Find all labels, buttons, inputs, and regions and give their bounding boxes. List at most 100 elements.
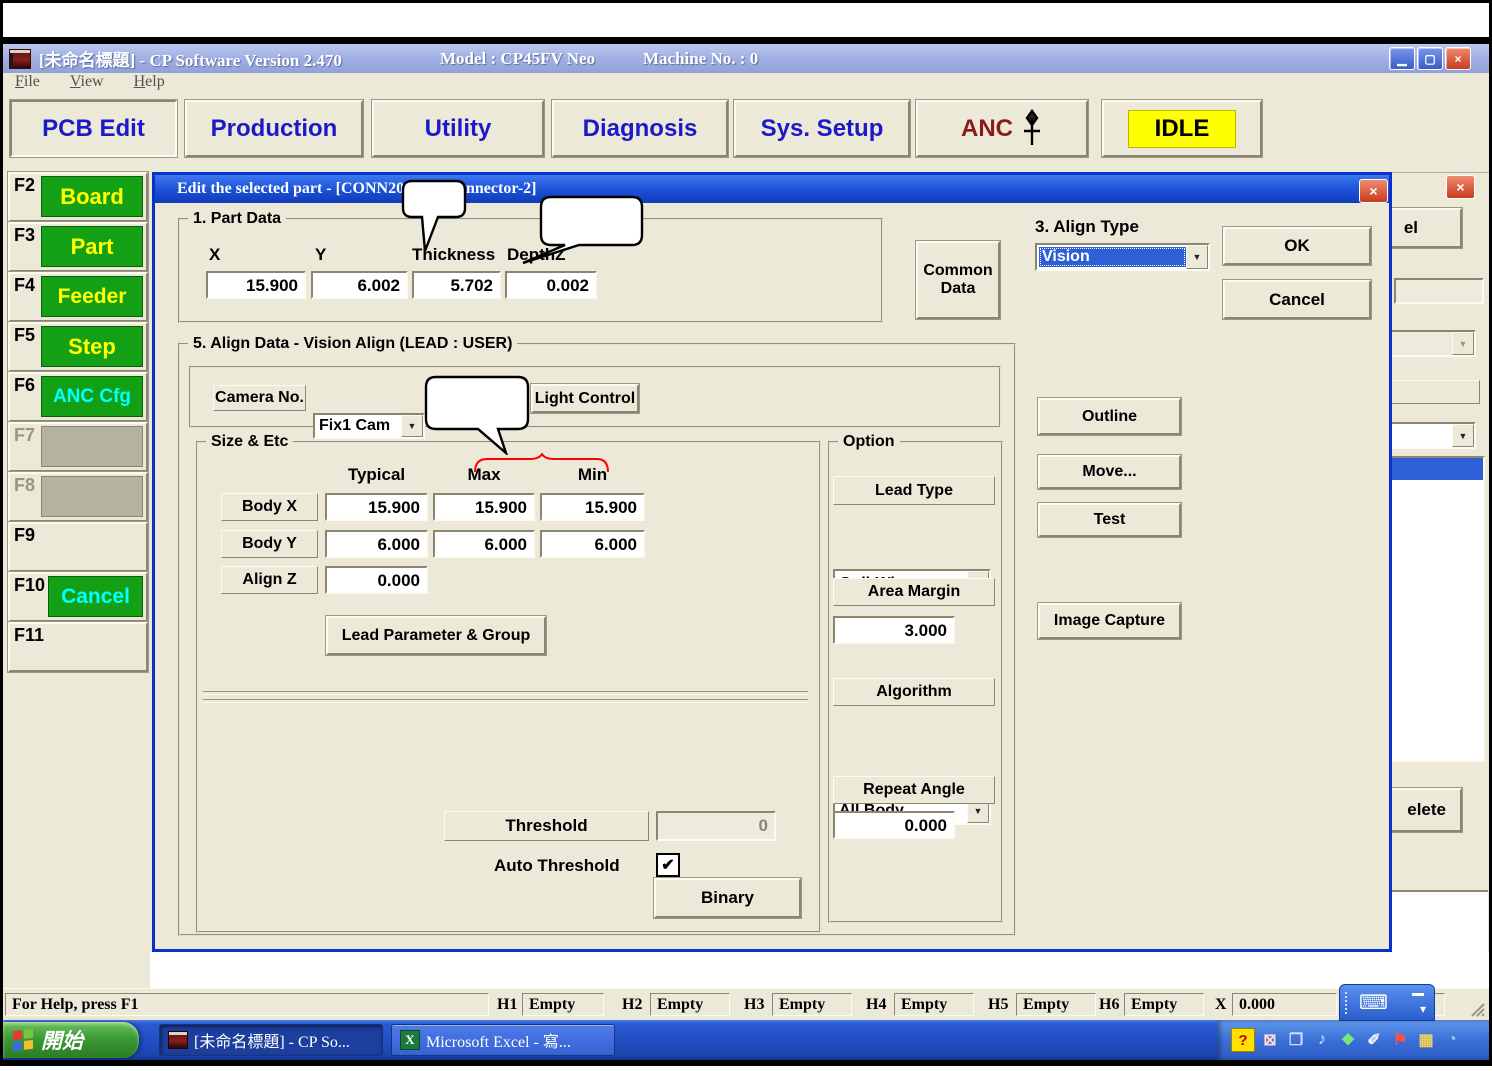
sidebar-item-part[interactable]: F3 Part xyxy=(8,222,148,272)
sidebar-item-feeder[interactable]: F4 Feeder xyxy=(8,272,148,322)
camera-dropdown[interactable]: Fix1 Cam ▼ xyxy=(313,413,425,439)
f8-key-label: F8 xyxy=(14,475,35,496)
network-error-icon[interactable]: ⊠ xyxy=(1259,1029,1281,1051)
taskbar-item-excel[interactable]: X Microsoft Excel - 寫... xyxy=(391,1024,615,1056)
camera-value: Fix1 Cam xyxy=(319,417,390,435)
move-button[interactable]: Move... xyxy=(1038,455,1181,489)
keyboard-icon[interactable]: ⌨ xyxy=(1359,990,1388,1015)
part-x-input[interactable]: 15.900 xyxy=(206,271,306,299)
background-list[interactable] xyxy=(1377,456,1485,762)
feeder-button[interactable]: Feeder xyxy=(41,276,143,317)
sidebar-item-anc-cfg[interactable]: F6 ANC Cfg xyxy=(8,372,148,422)
threshold-input: 0 xyxy=(656,811,776,841)
f8-disabled-panel xyxy=(41,476,143,517)
display-settings-icon[interactable]: ▦ xyxy=(1415,1029,1437,1051)
menubar: File View Help xyxy=(3,73,1489,100)
x-coord-value: 0.000 xyxy=(1232,993,1337,1016)
maximize-button[interactable]: ▢ xyxy=(1417,47,1443,70)
cancel-f10-button[interactable]: Cancel xyxy=(48,576,143,617)
excel-icon: X xyxy=(400,1030,420,1050)
sidebar-item-f9[interactable]: F9 xyxy=(8,522,148,572)
align-type-dropdown[interactable]: Vision ▼ xyxy=(1035,243,1210,271)
align-z-typical-input[interactable]: 0.000 xyxy=(325,566,428,594)
tab-production[interactable]: Production xyxy=(185,100,363,157)
separator-line-2 xyxy=(203,699,808,703)
part-thickness-input[interactable]: 5.702 xyxy=(412,271,501,299)
algorithm-plate: Algorithm xyxy=(833,678,995,706)
antivirus-icon[interactable]: ❖ xyxy=(1337,1029,1359,1051)
check-icon: ✔ xyxy=(661,855,674,875)
step-button[interactable]: Step xyxy=(41,326,143,367)
excel-icon-glyph: X xyxy=(405,1032,414,1048)
language-bar[interactable]: ⌨ ▾ xyxy=(1339,984,1435,1021)
f5-key-label: F5 xyxy=(14,325,35,346)
body-y-typical-input[interactable]: 6.000 xyxy=(325,530,428,558)
sidebar-item-f11[interactable]: F11 xyxy=(8,622,148,672)
body-x-typical-input[interactable]: 15.900 xyxy=(325,493,428,521)
language-bar-grip[interactable] xyxy=(1345,992,1351,1014)
pointing-device-icon[interactable]: ✐ xyxy=(1363,1029,1385,1051)
body-x-plate: Body X xyxy=(221,493,318,521)
f3-key-label: F3 xyxy=(14,225,35,246)
move-label: Move... xyxy=(1082,463,1136,481)
test-button[interactable]: Test xyxy=(1038,503,1181,537)
resize-grip[interactable] xyxy=(1469,1001,1485,1017)
tab-sys-setup[interactable]: Sys. Setup xyxy=(734,100,910,157)
f4-key-label: F4 xyxy=(14,275,35,296)
repeat-angle-label: Repeat Angle xyxy=(863,781,965,799)
language-bar-minimize[interactable] xyxy=(1412,993,1424,996)
image-capture-button[interactable]: Image Capture xyxy=(1038,603,1181,639)
outline-label: Outline xyxy=(1082,408,1137,426)
screenshot-frame: [未命名標題] - CP Software Version 2.470 Mode… xyxy=(0,0,1492,1071)
lead-parameter-group-button[interactable]: Lead Parameter & Group xyxy=(326,616,546,655)
binary-button[interactable]: Binary xyxy=(654,878,801,918)
outline-button[interactable]: Outline xyxy=(1038,398,1181,435)
part-depthz-input[interactable]: 0.002 xyxy=(505,271,597,299)
dialog-close-button[interactable]: × xyxy=(1359,179,1388,203)
cancel-button[interactable]: Cancel xyxy=(1223,280,1371,319)
start-label: 開始 xyxy=(41,1025,83,1055)
option-group-label: Option xyxy=(838,433,900,451)
threshold-plate: Threshold xyxy=(444,811,649,841)
chevron-down-icon[interactable]: ▾ xyxy=(1420,1002,1426,1016)
sidebar-item-step[interactable]: F5 Step xyxy=(8,322,148,372)
body-x-min-input[interactable]: 15.900 xyxy=(540,493,645,521)
part-button[interactable]: Part xyxy=(41,226,143,267)
tab-utility[interactable]: Utility xyxy=(372,100,544,157)
volume-icon[interactable]: ♪ xyxy=(1311,1029,1333,1051)
ime-help-icon[interactable]: ? xyxy=(1231,1028,1255,1052)
auto-threshold-label: Auto Threshold xyxy=(494,856,620,876)
sidebar-item-board[interactable]: F2 Board xyxy=(8,172,148,222)
camera-no-plate: Camera No. xyxy=(213,385,306,411)
ok-label: OK xyxy=(1284,236,1310,256)
head4-label: H4 xyxy=(866,996,886,1014)
menu-help[interactable]: Help xyxy=(134,73,165,91)
tab-pcb-edit[interactable]: PCB Edit xyxy=(10,100,177,157)
ok-button[interactable]: OK xyxy=(1223,227,1371,265)
menu-view[interactable]: View xyxy=(70,73,104,91)
network-places-icon[interactable]: ❐ xyxy=(1285,1029,1307,1051)
body-y-min-input[interactable]: 6.000 xyxy=(540,530,645,558)
close-button[interactable]: × xyxy=(1445,47,1471,70)
light-control-button[interactable]: Light Control xyxy=(531,384,639,413)
background-window-close-button[interactable]: × xyxy=(1446,175,1475,199)
tab-anc[interactable]: ANC xyxy=(916,100,1088,157)
area-margin-input[interactable]: 3.000 xyxy=(833,616,955,644)
callout-bubble-maxmin xyxy=(424,375,532,455)
tab-diagnosis[interactable]: Diagnosis xyxy=(552,100,728,157)
board-button[interactable]: Board xyxy=(41,176,143,217)
anc-cfg-button[interactable]: ANC Cfg xyxy=(41,376,143,417)
taskbar-item-cp-software[interactable]: [未命名標題] - CP So... xyxy=(159,1024,383,1056)
messenger-icon[interactable]: ⚑ xyxy=(1389,1029,1411,1051)
menu-file[interactable]: File xyxy=(15,73,40,91)
body-x-max-input[interactable]: 15.900 xyxy=(433,493,535,521)
sidebar-item-cancel[interactable]: F10 Cancel xyxy=(8,572,148,622)
start-button[interactable]: 開始 xyxy=(3,1022,139,1058)
update-icon[interactable]: ◔ xyxy=(1441,1029,1463,1051)
auto-threshold-checkbox[interactable]: ✔ xyxy=(656,853,680,877)
part-y-input[interactable]: 6.002 xyxy=(311,271,408,299)
body-y-max-input[interactable]: 6.000 xyxy=(433,530,535,558)
minimize-button[interactable]: ▁ xyxy=(1389,47,1415,70)
repeat-angle-input[interactable]: 0.000 xyxy=(833,811,955,839)
common-data-button[interactable]: Common Data xyxy=(916,241,1000,319)
